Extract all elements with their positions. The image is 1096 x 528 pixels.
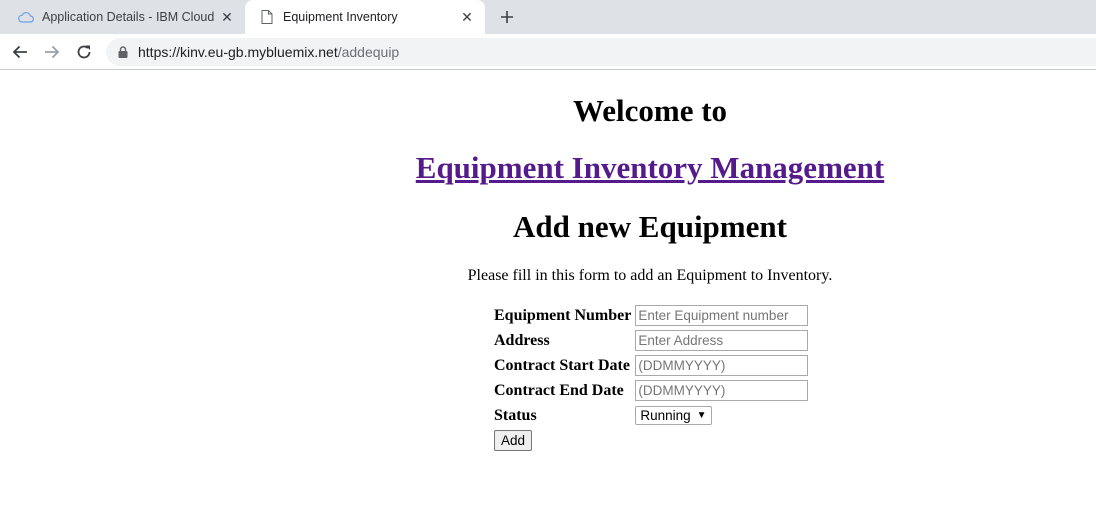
reload-icon <box>77 45 91 59</box>
reload-button[interactable] <box>72 40 96 64</box>
page-content: Welcome to Equipment Inventory Managemen… <box>0 71 1096 528</box>
form-row: Address <box>493 329 809 352</box>
page-icon <box>259 9 275 25</box>
back-button[interactable] <box>8 40 32 64</box>
ibm-cloud-icon <box>18 9 34 25</box>
contract-end-date-input[interactable] <box>635 380 809 401</box>
tab-title: Equipment Inventory <box>283 10 398 24</box>
browser-toolbar: https://kinv.eu-gb.mybluemix.net/addequi… <box>0 34 1096 70</box>
lock-icon <box>118 46 128 58</box>
arrow-right-icon <box>45 45 60 59</box>
contract-start-date-input[interactable] <box>635 355 809 376</box>
plus-icon <box>501 11 513 23</box>
status-selected-value: Running <box>640 408 691 423</box>
form-row: Contract End Date <box>493 379 809 402</box>
form-row: Contract Start Date <box>493 354 809 377</box>
app-title-link-wrapper: Equipment Inventory Management <box>0 150 1096 186</box>
url-host: https://kinv.eu-gb.mybluemix.net <box>138 44 338 60</box>
url-path: /addequip <box>337 44 400 60</box>
dropdown-caret-icon: ▼ <box>696 410 707 421</box>
new-tab-button[interactable] <box>496 6 518 28</box>
equipment-number-label: Equipment Number <box>494 306 632 324</box>
page-heading: Add new Equipment <box>513 209 787 244</box>
app-title-link[interactable]: Equipment Inventory Management <box>416 150 884 185</box>
form-row: Status Running ▼ <box>493 404 809 427</box>
status-label: Status <box>494 406 537 424</box>
tab-ibm-cloud[interactable]: Application Details - IBM Cloud ✕ <box>0 0 245 34</box>
welcome-heading: Welcome to <box>572 93 728 128</box>
contract-start-date-label: Contract Start Date <box>494 356 630 374</box>
add-equipment-form: Equipment Number Address Contract Start … <box>491 302 811 454</box>
address-bar[interactable]: https://kinv.eu-gb.mybluemix.net/addequi… <box>106 38 1096 66</box>
equipment-number-input[interactable] <box>635 305 809 326</box>
close-icon[interactable]: ✕ <box>459 9 475 25</box>
arrow-left-icon <box>12 45 27 59</box>
form-row: Equipment Number <box>493 304 809 327</box>
status-select[interactable]: Running ▼ <box>635 406 712 425</box>
intro-text: Please fill in this form to add an Equip… <box>467 267 833 284</box>
tab-title: Application Details - IBM Cloud <box>42 10 215 24</box>
tab-equipment-inventory[interactable]: Equipment Inventory ✕ <box>245 0 485 34</box>
address-label: Address <box>494 331 550 349</box>
contract-end-date-label: Contract End Date <box>494 381 624 399</box>
add-button[interactable]: Add <box>494 430 533 451</box>
address-input[interactable] <box>635 330 809 351</box>
form-row: Add <box>493 429 809 452</box>
forward-button[interactable] <box>40 40 64 64</box>
tab-strip: Application Details - IBM Cloud ✕ Equipm… <box>0 0 1096 34</box>
close-icon[interactable]: ✕ <box>219 9 235 25</box>
